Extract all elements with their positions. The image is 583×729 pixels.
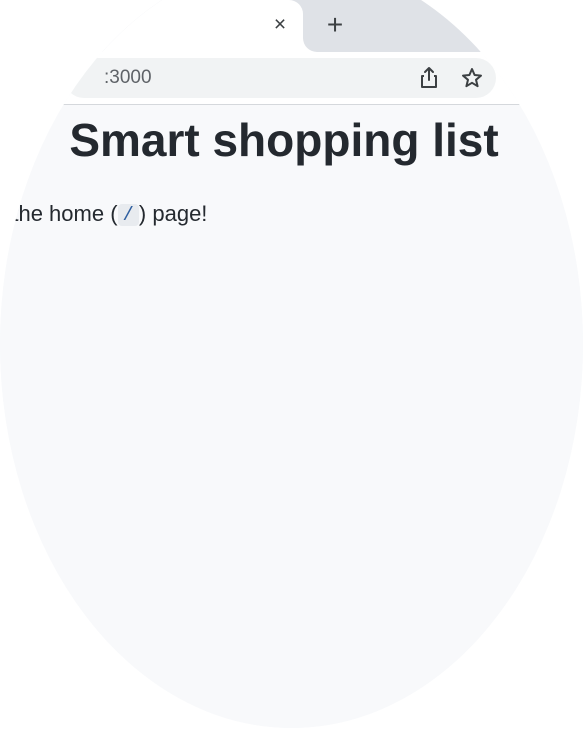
screen: × + :3000 Smart shopping list n the home… bbox=[0, 0, 583, 729]
tab-bar: × + bbox=[0, 0, 583, 52]
active-tab[interactable]: × bbox=[0, 0, 303, 52]
tab-close-button[interactable]: × bbox=[268, 12, 292, 38]
page-content: Smart shopping list n the home (/) page! bbox=[0, 105, 583, 728]
viewport-oval: × + :3000 Smart shopping list n the home… bbox=[0, 0, 583, 728]
bookmark-star-icon[interactable] bbox=[460, 66, 484, 90]
message-suffix: ) page! bbox=[138, 201, 208, 226]
address-bar[interactable]: :3000 bbox=[64, 58, 496, 98]
browser-toolbar: :3000 bbox=[0, 52, 583, 105]
tab-curve bbox=[303, 38, 317, 52]
new-tab-button[interactable]: + bbox=[320, 10, 350, 40]
home-page-message: n the home (/) page! bbox=[0, 201, 207, 227]
share-icon[interactable] bbox=[416, 65, 442, 91]
route-code: / bbox=[117, 204, 139, 226]
url-text[interactable]: :3000 bbox=[104, 67, 152, 89]
message-prefix: n the home ( bbox=[0, 201, 118, 226]
page-title: Smart shopping list bbox=[69, 114, 499, 166]
